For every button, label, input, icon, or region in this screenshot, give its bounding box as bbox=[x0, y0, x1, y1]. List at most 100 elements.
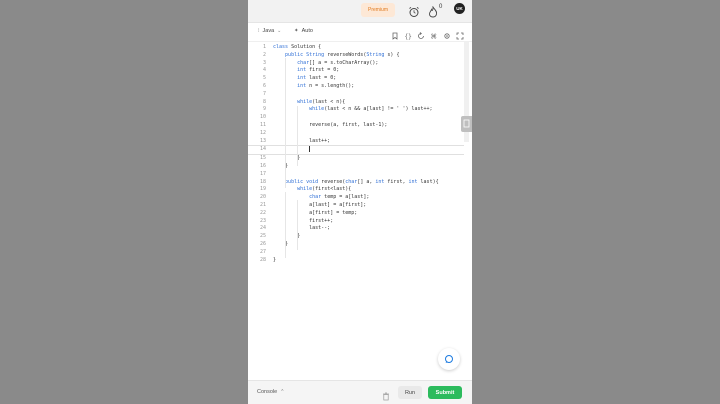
bookmark-icon[interactable] bbox=[391, 27, 399, 40]
code-line[interactable]: 16 } bbox=[248, 163, 464, 171]
line-number: 21 bbox=[259, 201, 266, 208]
text-cursor bbox=[309, 146, 311, 153]
code-line[interactable]: 11 reverse(a, first, last-1); bbox=[248, 122, 464, 130]
line-number: 25 bbox=[259, 233, 266, 240]
braces-icon[interactable]: {} bbox=[404, 27, 412, 41]
code-text[interactable]: reverse(a, first, last-1); bbox=[273, 122, 387, 130]
code-line[interactable]: 26 } bbox=[248, 241, 464, 249]
lock-icon: ⁞ bbox=[258, 28, 260, 34]
premium-button[interactable]: Premium bbox=[361, 3, 395, 17]
chat-assistant-button[interactable] bbox=[438, 348, 460, 370]
line-number: 26 bbox=[259, 240, 266, 247]
indent-guide bbox=[297, 106, 298, 166]
line-number: 1 bbox=[262, 44, 266, 50]
code-text[interactable]: int last = 0; bbox=[273, 75, 336, 83]
console-toggle[interactable]: Console ⌃ bbox=[257, 389, 284, 395]
code-text[interactable] bbox=[273, 146, 311, 154]
line-number: 13 bbox=[259, 137, 266, 144]
reset-icon[interactable] bbox=[417, 27, 425, 39]
indent-guide bbox=[285, 192, 286, 258]
indent-guide bbox=[285, 58, 286, 188]
code-line[interactable]: 3 char[] a = s.toCharArray(); bbox=[248, 60, 464, 68]
code-line[interactable]: 2 public String reverseWords(String s) { bbox=[248, 52, 464, 60]
sparkle-icon: ✦ bbox=[294, 28, 299, 34]
code-text[interactable]: while(last < n){ bbox=[273, 99, 345, 107]
code-line[interactable]: 18 public void reverse(char[] a, int fir… bbox=[248, 179, 464, 187]
code-text[interactable]: first++; bbox=[273, 218, 333, 226]
code-line[interactable]: 22 a[first] = temp; bbox=[248, 210, 464, 218]
code-line[interactable]: 25 } bbox=[248, 233, 464, 241]
code-line[interactable]: 20 char temp = a[last]; bbox=[248, 194, 464, 202]
code-line[interactable]: 17 bbox=[248, 171, 464, 179]
language-select[interactable]: ⁞ Java ⌄ bbox=[258, 28, 281, 34]
code-line[interactable]: 28} bbox=[248, 257, 464, 265]
code-text[interactable]: last--; bbox=[273, 225, 330, 233]
line-number: 23 bbox=[259, 217, 266, 224]
code-line[interactable]: 14 bbox=[248, 145, 464, 156]
chevron-up-icon: ⌃ bbox=[280, 389, 285, 395]
code-text[interactable]: class Solution { bbox=[273, 44, 321, 52]
line-number: 12 bbox=[259, 129, 266, 136]
expand-icon[interactable] bbox=[456, 27, 464, 40]
line-number: 27 bbox=[259, 248, 266, 255]
code-line[interactable]: 27 bbox=[248, 249, 464, 257]
line-number: 11 bbox=[259, 121, 266, 128]
code-line[interactable]: 8 while(last < n){ bbox=[248, 99, 464, 107]
code-text[interactable]: } bbox=[273, 257, 276, 265]
editor-toolbar: ⁞ Java ⌄ ✦ Auto {} ⌘ bbox=[248, 23, 472, 42]
line-number: 24 bbox=[259, 225, 266, 232]
code-line[interactable]: 4 int first = 0; bbox=[248, 67, 464, 75]
command-icon[interactable]: ⌘ bbox=[430, 27, 438, 41]
svg-text:{}: {} bbox=[405, 34, 412, 41]
submit-button[interactable]: Submit bbox=[428, 386, 462, 399]
settings-gear-icon[interactable] bbox=[443, 27, 451, 39]
code-line[interactable]: 21 a[last] = a[first]; bbox=[248, 202, 464, 210]
line-number: 6 bbox=[262, 82, 266, 89]
streak-count: 0 bbox=[439, 4, 443, 10]
svg-text:⌘: ⌘ bbox=[431, 33, 438, 41]
line-number: 3 bbox=[262, 59, 266, 66]
code-line[interactable]: 19 while(first<last){ bbox=[248, 186, 464, 194]
console-label: Console bbox=[257, 389, 278, 395]
line-number: 14 bbox=[259, 146, 266, 153]
app-window: Premium 0 UK ⁞ Java ⌄ ✦ Auto {} ⌘ 1 clas… bbox=[248, 0, 472, 404]
code-line[interactable]: 9 while(last < n && a[last] != ' ') last… bbox=[248, 106, 464, 114]
code-line[interactable]: 6 int n = s.length(); bbox=[248, 83, 464, 91]
alarm-clock-icon[interactable] bbox=[408, 3, 420, 17]
code-text[interactable]: char[] a = s.toCharArray(); bbox=[273, 60, 378, 68]
code-line[interactable]: 15 } bbox=[248, 155, 464, 163]
line-number: 8 bbox=[262, 98, 266, 105]
code-line[interactable]: 7 bbox=[248, 91, 464, 99]
code-text[interactable]: last++; bbox=[273, 138, 330, 146]
code-line[interactable]: 5 int last = 0; bbox=[248, 75, 464, 83]
code-text[interactable]: char temp = a[last]; bbox=[273, 194, 369, 202]
avatar[interactable]: UK bbox=[454, 3, 465, 14]
language-label: Java bbox=[262, 28, 275, 34]
code-line[interactable]: 1 class Solution { bbox=[248, 44, 464, 52]
line-number: 19 bbox=[259, 186, 266, 193]
chevron-down-icon: ⌄ bbox=[277, 28, 282, 34]
code-line[interactable]: 13 last++; bbox=[248, 138, 464, 146]
code-line[interactable]: 24 last--; bbox=[248, 225, 464, 233]
line-number: 5 bbox=[262, 75, 266, 82]
run-button[interactable]: Run bbox=[398, 386, 422, 399]
code-line[interactable]: 10 bbox=[248, 114, 464, 122]
code-text[interactable]: public String reverseWords(String s) { bbox=[273, 52, 399, 60]
code-line[interactable]: 23 first++; bbox=[248, 218, 464, 226]
code-text[interactable]: a[last] = a[first]; bbox=[273, 202, 366, 210]
streak-flame-icon[interactable] bbox=[428, 3, 438, 18]
top-bar: Premium 0 UK bbox=[248, 0, 472, 20]
line-number: 7 bbox=[262, 90, 266, 97]
line-number: 9 bbox=[262, 106, 266, 113]
line-number: 15 bbox=[259, 155, 266, 162]
code-text[interactable]: public void reverse(char[] a, int first,… bbox=[273, 179, 439, 187]
autocomplete-toggle[interactable]: ✦ Auto bbox=[294, 28, 313, 34]
code-line[interactable]: 12 bbox=[248, 130, 464, 138]
indent-guide bbox=[297, 200, 298, 250]
side-panel-tab[interactable] bbox=[461, 116, 472, 132]
trash-icon[interactable] bbox=[382, 388, 390, 401]
code-text[interactable]: int first = 0; bbox=[273, 67, 339, 75]
code-lines[interactable]: 1 class Solution {2 public String reverse… bbox=[248, 44, 464, 264]
editor-tool-icons: {} ⌘ bbox=[391, 27, 464, 41]
line-number: 18 bbox=[259, 178, 266, 185]
